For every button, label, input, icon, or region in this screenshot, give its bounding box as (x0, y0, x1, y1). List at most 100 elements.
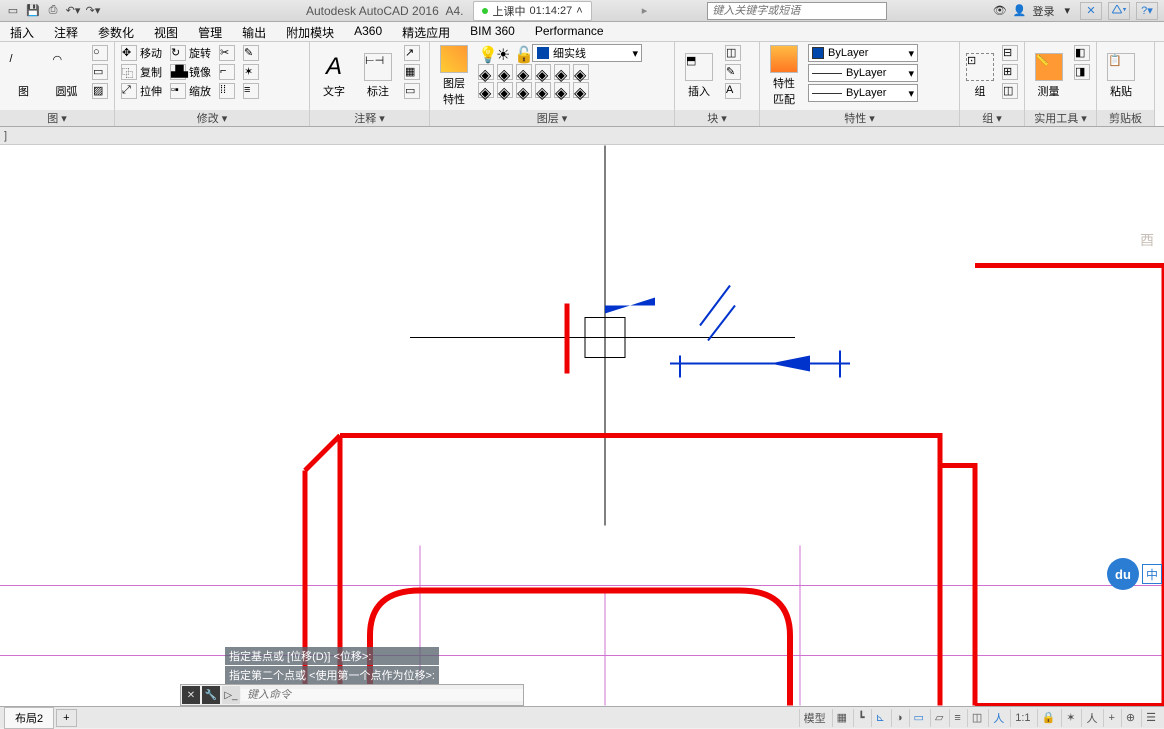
menu-addins[interactable]: 附加模块 (276, 22, 344, 41)
text-button[interactable]: A文字 (314, 44, 354, 108)
menu-manage[interactable]: 管理 (188, 22, 232, 41)
mtext-button[interactable]: ▭ (402, 82, 422, 100)
drawing-canvas[interactable] (0, 145, 1164, 706)
stretch-button[interactable]: ⤢拉伸 (119, 82, 164, 100)
add-layout-button[interactable]: + (56, 709, 76, 727)
workspace-toggle[interactable]: ✶ (1061, 709, 1079, 727)
move-button[interactable]: ✥移动 (119, 44, 164, 62)
copy-button[interactable]: ⿻复制 (119, 63, 164, 81)
linetype-dropdown[interactable]: ByLayer▾ (808, 84, 918, 102)
mirror-button[interactable]: ▟▙镜像 (168, 63, 213, 81)
save-icon[interactable]: 💾 (24, 2, 42, 20)
layer-tool-9[interactable]: ◈ (516, 82, 532, 98)
measure-button[interactable]: 📏测量 (1029, 44, 1068, 108)
redo-icon[interactable]: ↷▾ (84, 2, 102, 20)
util-2[interactable]: ◨ (1072, 63, 1092, 81)
snap-toggle[interactable]: ┗ (853, 709, 869, 727)
layer-tool-12[interactable]: ◈ (573, 82, 589, 98)
help-icon[interactable]: ?▾ (1136, 2, 1158, 20)
chevron-up-icon[interactable]: ˄ (576, 5, 582, 17)
menu-featured[interactable]: 精选应用 (392, 22, 460, 41)
layer-tool-3[interactable]: ◈ (516, 64, 532, 80)
menu-a360[interactable]: A360 (344, 22, 392, 41)
layer-tool-1[interactable]: ◈ (478, 64, 494, 80)
menu-parametric[interactable]: 参数化 (88, 22, 144, 41)
group-button[interactable]: ⊡组 (964, 44, 996, 108)
match-properties-button[interactable]: 特性 匹配 (764, 44, 804, 108)
circle-button[interactable]: ○ (90, 44, 110, 62)
layer-tool-4[interactable]: ◈ (535, 64, 551, 80)
cmdbar-close-icon[interactable]: ✕ (182, 686, 200, 704)
edit-block-button[interactable]: ✎ (723, 63, 743, 81)
menu-output[interactable]: 输出 (232, 22, 276, 41)
hardware-toggle[interactable]: ⊕ (1121, 709, 1139, 727)
paste-button[interactable]: 📋粘贴 (1101, 44, 1141, 108)
cmdbar-wrench-icon[interactable]: 🔧 (202, 686, 220, 704)
layout-tab[interactable]: 布局2 (4, 707, 54, 729)
undo-icon[interactable]: ↶▾ (64, 2, 82, 20)
array-button[interactable]: ⁞⁞ (217, 82, 237, 100)
layer-tool-11[interactable]: ◈ (554, 82, 570, 98)
trim-button[interactable]: ✂ (217, 44, 237, 62)
cycling-toggle[interactable]: 人 (988, 709, 1008, 727)
line-button[interactable]: /图 (4, 44, 43, 108)
create-block-button[interactable]: ◫ (723, 44, 743, 62)
util-panel-title[interactable]: 实用工具 ▾ (1025, 110, 1096, 126)
layer-tool-10[interactable]: ◈ (535, 82, 551, 98)
annot-panel-title[interactable]: 注释 ▾ (310, 110, 429, 126)
layer-tool-8[interactable]: ◈ (497, 82, 513, 98)
user-icon[interactable]: 👤 (1013, 4, 1027, 17)
rotate-button[interactable]: ↻旋转 (168, 44, 213, 62)
lineweight-dropdown[interactable]: ByLayer▾ (808, 64, 918, 82)
group-edit-button[interactable]: ⊞ (1000, 63, 1020, 81)
layer-tool-2[interactable]: ◈ (497, 64, 513, 80)
lesson-status-badge[interactable]: 上课中 01:14:27 ˄ (473, 1, 591, 21)
modify-panel-title[interactable]: 修改 ▾ (115, 110, 309, 126)
layer-tool-5[interactable]: ◈ (554, 64, 570, 80)
util-1[interactable]: ◧ (1072, 44, 1092, 62)
command-input[interactable] (241, 689, 523, 701)
baidu-ime-float[interactable]: du 中 (1107, 558, 1162, 590)
ortho-toggle[interactable]: ⊾ (871, 709, 889, 727)
search-input[interactable] (707, 2, 887, 20)
scale-display[interactable]: 1:1 (1010, 709, 1034, 727)
customize-button[interactable]: ☰ (1141, 709, 1160, 727)
rect-button[interactable]: ▭ (90, 63, 110, 81)
polar-toggle[interactable]: ◑ (891, 709, 907, 727)
table-button[interactable]: ▦ (402, 63, 422, 81)
fillet-button[interactable]: ⌐ (217, 63, 237, 81)
transparency-toggle[interactable]: ◫ (967, 709, 986, 727)
clip-panel-title[interactable]: 剪贴板 (1097, 110, 1154, 126)
exchange-icon[interactable]: ✕ (1080, 2, 1102, 20)
baidu-logo-icon[interactable]: du (1107, 558, 1139, 590)
dimension-button[interactable]: ⊢⊣标注 (358, 44, 398, 108)
menu-insert[interactable]: 插入 (0, 22, 44, 41)
lineweight-toggle[interactable]: ≡ (949, 709, 964, 727)
group-bbox-button[interactable]: ◫ (1000, 82, 1020, 100)
layer-tool-7[interactable]: ◈ (478, 82, 494, 98)
layer-properties-button[interactable]: 图层 特性 (434, 44, 474, 108)
menu-view[interactable]: 视图 (144, 22, 188, 41)
annoscale-toggle[interactable]: 🔒 (1037, 709, 1060, 727)
3dosnap-toggle[interactable]: ▱ (930, 709, 947, 727)
model-button[interactable]: 模型 (799, 709, 830, 727)
groups-panel-title[interactable]: 组 ▾ (960, 110, 1024, 126)
leader-button[interactable]: ↗ (402, 44, 422, 62)
layer-tool-6[interactable]: ◈ (573, 64, 589, 80)
arc-button[interactable]: ◠圆弧 (47, 44, 86, 108)
isoplane-toggle[interactable]: + (1103, 709, 1118, 727)
menu-bim360[interactable]: BIM 360 (460, 22, 525, 41)
binoculars-icon[interactable]: 👁 (993, 4, 1007, 17)
erase-button[interactable]: ✎ (241, 44, 261, 62)
ungroup-button[interactable]: ⊟ (1000, 44, 1020, 62)
hatch-button[interactable]: ▨ (90, 82, 110, 100)
block-panel-title[interactable]: 块 ▾ (675, 110, 759, 126)
color-dropdown[interactable]: ByLayer▾ (808, 44, 918, 62)
grid-toggle[interactable]: ▦ (832, 709, 851, 727)
scale-button[interactable]: ▫▪缩放 (168, 82, 213, 100)
print-icon[interactable]: ⎙ (44, 2, 62, 20)
offset-button[interactable]: ≡ (241, 82, 261, 100)
osnap-toggle[interactable]: ▭ (909, 709, 928, 727)
menu-annotate[interactable]: 注释 (44, 22, 88, 41)
annovis-toggle[interactable]: 人 (1081, 709, 1101, 727)
